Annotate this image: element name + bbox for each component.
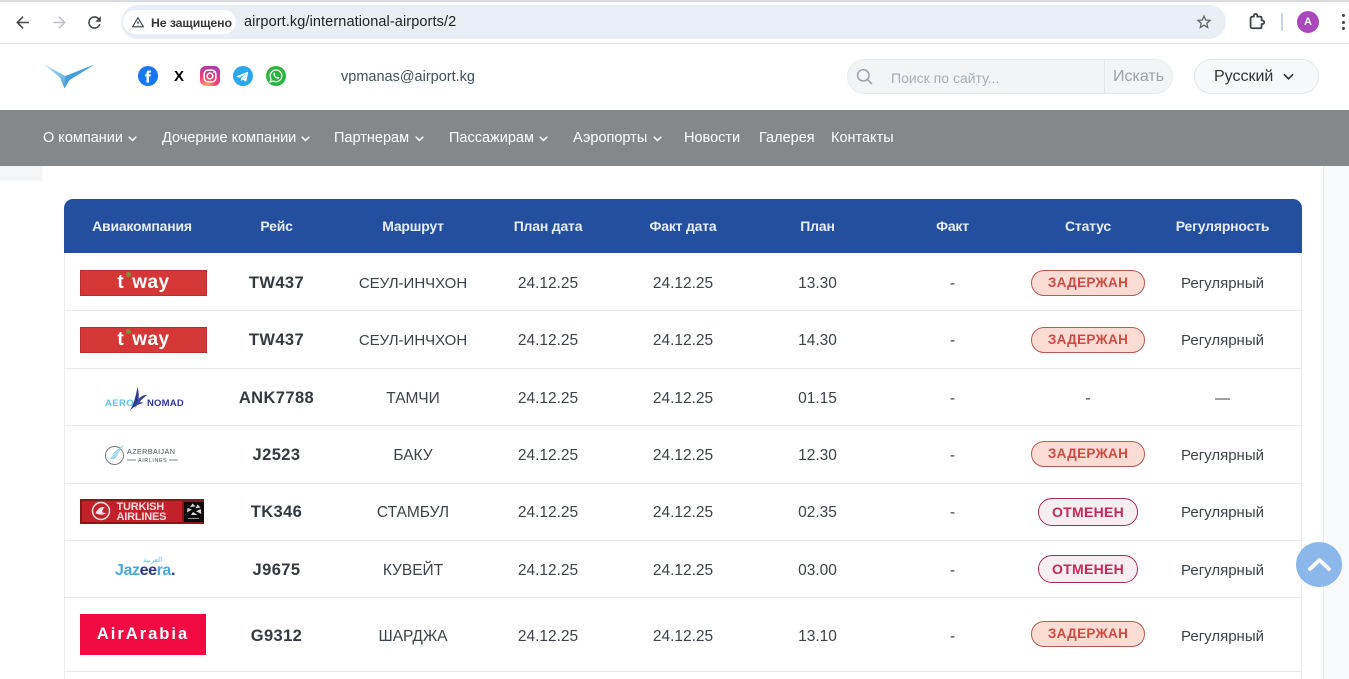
svg-text:AIRLINES: AIRLINES <box>138 458 167 464</box>
svg-text:NOMAD: NOMAD <box>147 398 184 409</box>
svg-text:AERO: AERO <box>105 398 134 409</box>
svg-text:AZERBAIJAN: AZERBAIJAN <box>127 447 175 456</box>
